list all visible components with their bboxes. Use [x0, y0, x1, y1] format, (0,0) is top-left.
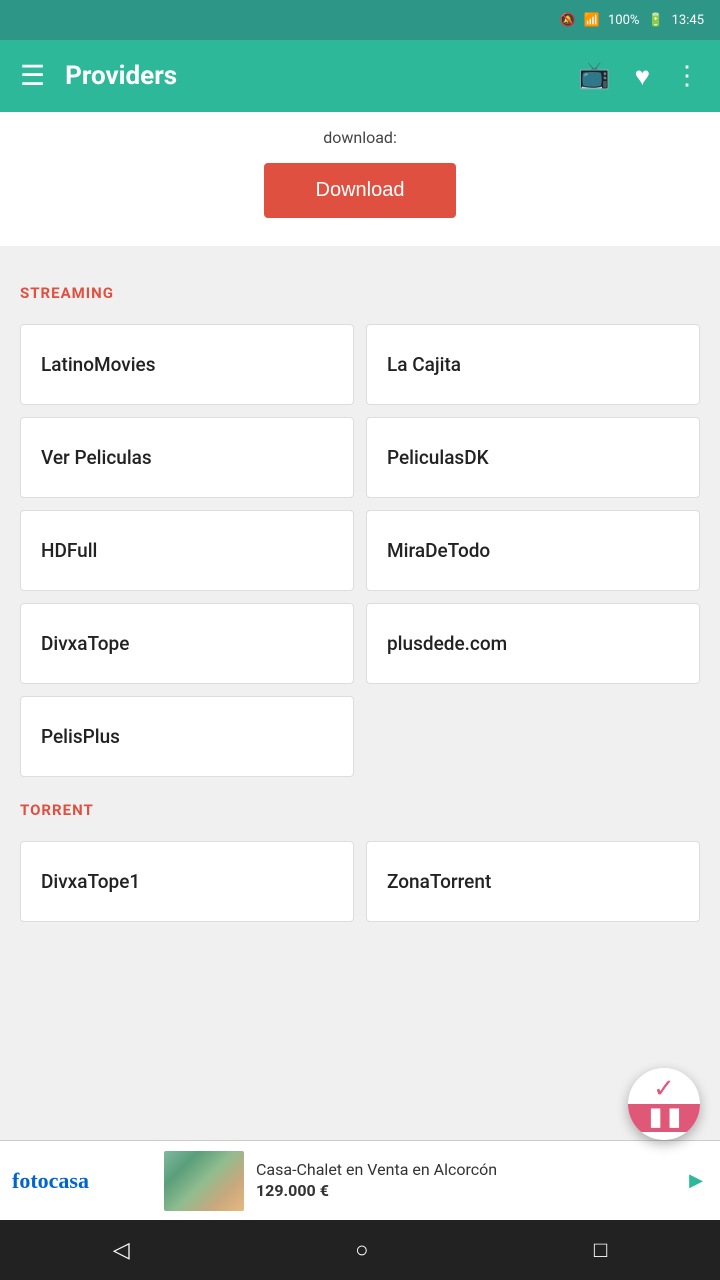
provider-miradetodo[interactable]: MiraDeTodo — [366, 510, 700, 591]
streaming-label: STREAMING — [20, 284, 700, 302]
status-bar: 🔕 📶 100% 🔋 13:45 — [0, 0, 720, 40]
time-display: 13:45 — [672, 13, 704, 28]
tv-icon[interactable]: 📺 — [578, 61, 610, 91]
provider-pelisplus[interactable]: PelisPlus — [20, 696, 354, 777]
download-prompt-text: download: — [323, 128, 397, 147]
torrent-label: TORRENT — [20, 801, 700, 819]
favorites-icon[interactable]: ♥ — [635, 61, 650, 92]
ad-arrow-icon: ▶ — [684, 1169, 708, 1193]
provider-divxatope[interactable]: DivxaTope — [20, 603, 354, 684]
ad-brand-logo: fotocasa — [12, 1168, 152, 1194]
more-options-icon[interactable]: ⋮ — [674, 61, 700, 91]
battery-text: 100% — [608, 13, 639, 28]
streaming-section-header: STREAMING — [0, 260, 720, 324]
ad-price: 129.000 € — [256, 1181, 684, 1202]
ad-image — [164, 1151, 244, 1211]
battery-icon: 🔋 — [647, 13, 663, 28]
navigation-bar: ◁ ○ □ — [0, 1220, 720, 1280]
home-button[interactable]: ○ — [335, 1229, 388, 1271]
menu-button[interactable]: ☰ — [20, 62, 45, 90]
streaming-grid: LatinoMovies La Cajita Ver Peliculas Pel… — [0, 324, 720, 777]
ad-title: Casa-Chalet en Venta en Alcorcón — [256, 1160, 684, 1181]
provider-plusdede[interactable]: plusdede.com — [366, 603, 700, 684]
hamburger-icon: ☰ — [20, 59, 45, 92]
ad-banner[interactable]: fotocasa Casa-Chalet en Venta en Alcorcó… — [0, 1140, 720, 1220]
provider-lacajita[interactable]: La Cajita — [366, 324, 700, 405]
torrent-grid: DivxaTope1 ZonaTorrent — [0, 841, 720, 922]
provider-hdfull[interactable]: HDFull — [20, 510, 354, 591]
check-icon: ✓ — [653, 1076, 675, 1102]
fab-button[interactable]: ✓ ▐▌▐▌ — [628, 1068, 700, 1140]
provider-verpeliculas[interactable]: Ver Peliculas — [20, 417, 354, 498]
provider-peliculasdk[interactable]: PeliculasDK — [366, 417, 700, 498]
audio-bars-icon: ▐▌▐▌ — [645, 1108, 682, 1128]
recents-button[interactable]: □ — [574, 1229, 627, 1271]
torrent-section-header: TORRENT — [0, 777, 720, 841]
wifi-icon: 📶 — [584, 13, 600, 28]
app-title: Providers — [65, 61, 578, 91]
provider-latinomovies[interactable]: LatinoMovies — [20, 324, 354, 405]
app-bar: ☰ Providers 📺 ♥ ⋮ — [0, 40, 720, 112]
provider-divxatope1[interactable]: DivxaTope1 — [20, 841, 354, 922]
ad-text: Casa-Chalet en Venta en Alcorcón 129.000… — [256, 1160, 684, 1202]
fab-bar: ▐▌▐▌ — [628, 1104, 700, 1132]
download-section: download: Download — [0, 112, 720, 246]
divider — [0, 246, 720, 260]
back-button[interactable]: ◁ — [93, 1230, 150, 1271]
provider-zonatorrent[interactable]: ZonaTorrent — [366, 841, 700, 922]
download-button[interactable]: Download — [264, 163, 457, 218]
app-bar-actions: 📺 ♥ ⋮ — [578, 61, 700, 92]
signal-icon: 🔕 — [560, 13, 576, 28]
